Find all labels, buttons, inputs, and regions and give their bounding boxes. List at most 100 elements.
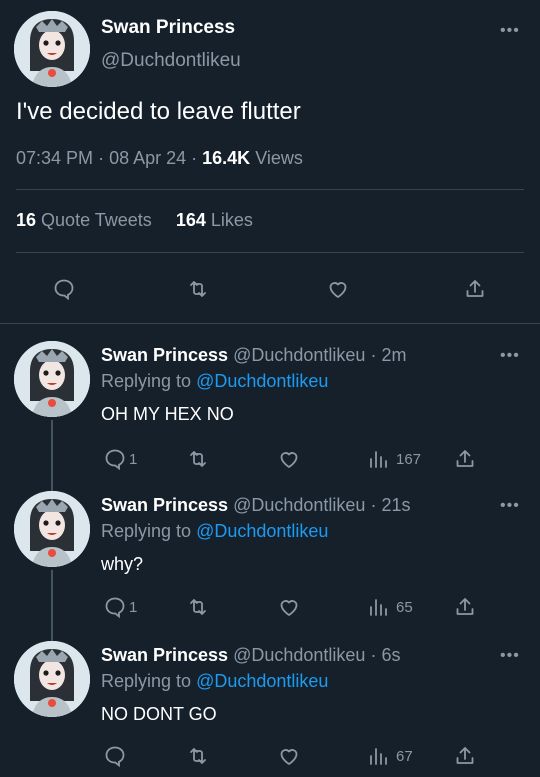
replying-handle[interactable]: @Duchdontlikeu: [196, 371, 328, 391]
quote-label[interactable]: Quote Tweets: [41, 210, 152, 230]
like-button[interactable]: [326, 274, 350, 304]
author-name[interactable]: Swan Princess: [101, 345, 228, 365]
avatar-image: [14, 11, 90, 87]
more-horizontal-icon[interactable]: •••: [500, 647, 520, 665]
meta-separator: ·: [98, 148, 110, 168]
views-button[interactable]: 65: [366, 592, 413, 622]
reply-header: Swan Princess @Duchdontlikeu · 2m: [101, 345, 407, 366]
views-count: 167: [396, 450, 422, 468]
reply-button[interactable]: 1: [103, 444, 137, 474]
like-button[interactable]: [277, 444, 301, 474]
divider: [16, 252, 524, 253]
avatar[interactable]: [14, 11, 90, 87]
avatar-image: [14, 641, 90, 717]
reply-count: 1: [129, 598, 138, 616]
author-handle[interactable]: @Duchdontlikeu: [233, 345, 365, 365]
author-name[interactable]: Swan Princess: [101, 17, 235, 39]
avatar[interactable]: [14, 341, 90, 417]
views-count: 65: [396, 598, 413, 616]
share-button[interactable]: [453, 741, 477, 771]
share-icon: [453, 447, 477, 471]
replying-handle[interactable]: @Duchdontlikeu: [196, 521, 328, 541]
heart-icon: [277, 595, 301, 619]
views-button[interactable]: 67: [366, 741, 413, 771]
heart-icon: [326, 277, 350, 301]
reply-action-bar: 1 65: [0, 592, 540, 622]
avatar-image: [14, 491, 90, 567]
reply-time[interactable]: 2m: [381, 345, 406, 365]
reply-time[interactable]: 21s: [381, 495, 410, 515]
retweet-button[interactable]: [186, 274, 210, 304]
author-handle[interactable]: @Duchdontlikeu: [233, 645, 365, 665]
avatar-image: [14, 341, 90, 417]
author-name[interactable]: Swan Princess: [101, 495, 228, 515]
quote-count[interactable]: 16: [16, 210, 36, 230]
more-horizontal-icon[interactable]: •••: [500, 347, 520, 365]
retweet-icon: [186, 447, 210, 471]
share-icon: [453, 744, 477, 768]
views-count: 16.4K: [202, 148, 251, 168]
replying-handle[interactable]: @Duchdontlikeu: [196, 671, 328, 691]
reply-text: OH MY HEX NO: [101, 404, 234, 424]
meta-separator: ·: [370, 495, 377, 515]
retweet-button[interactable]: [186, 741, 210, 771]
replying-to: Replying to @Duchdontlikeu: [101, 371, 328, 392]
reply-button[interactable]: [52, 274, 76, 304]
retweet-icon: [186, 744, 210, 768]
views-button[interactable]: 167: [366, 444, 421, 474]
more-horizontal-icon[interactable]: •••: [500, 22, 520, 40]
reply-bubble-icon: [103, 744, 127, 768]
tweet-stats: 16 Quote Tweets 164 Likes: [16, 210, 253, 231]
tweet-date[interactable]: 08 Apr 24: [109, 148, 186, 168]
avatar[interactable]: [14, 641, 90, 717]
reply-time[interactable]: 6s: [381, 645, 400, 665]
reply-button[interactable]: 1: [103, 592, 137, 622]
views-label: Views: [255, 148, 303, 168]
main-action-bar: [0, 274, 540, 304]
retweet-button[interactable]: [186, 592, 210, 622]
tweet-meta: 07:34 PM · 08 Apr 24 · 16.4K Views: [16, 148, 303, 169]
views-bar-icon: [366, 447, 390, 471]
author-handle[interactable]: @Duchdontlikeu: [101, 50, 241, 72]
reply-action-bar: 67: [0, 741, 540, 771]
like-button[interactable]: [277, 592, 301, 622]
views-count: 67: [396, 747, 413, 765]
like-button[interactable]: [277, 741, 301, 771]
retweet-button[interactable]: [186, 444, 210, 474]
reply-button[interactable]: [103, 741, 127, 771]
more-horizontal-icon[interactable]: •••: [500, 497, 520, 515]
reply-bubble-icon: [103, 447, 127, 471]
heart-icon: [277, 744, 301, 768]
reply-text: why?: [101, 554, 144, 574]
author-handle[interactable]: @Duchdontlikeu: [233, 495, 365, 515]
reply-header: Swan Princess @Duchdontlikeu · 6s: [101, 645, 401, 666]
meta-separator: ·: [370, 645, 377, 665]
author-name[interactable]: Swan Princess: [101, 645, 228, 665]
share-button[interactable]: [463, 274, 487, 304]
reply-bubble-icon: [52, 277, 76, 301]
views-bar-icon: [366, 595, 390, 619]
divider: [16, 189, 524, 190]
replying-to: Replying to @Duchdontlikeu: [101, 521, 328, 542]
retweet-icon: [186, 277, 210, 301]
meta-separator: ·: [370, 345, 377, 365]
reply-count: 1: [129, 450, 138, 468]
views-bar-icon: [366, 744, 390, 768]
likes-label[interactable]: Likes: [211, 210, 253, 230]
reply-action-bar: 1 167: [0, 444, 540, 474]
reply-bubble-icon: [103, 595, 127, 619]
share-icon: [453, 595, 477, 619]
replying-label: Replying to: [101, 671, 192, 691]
tweet-text: I've decided to leave flutter: [16, 98, 301, 125]
tweet-time[interactable]: 07:34 PM: [16, 148, 93, 168]
share-button[interactable]: [453, 592, 477, 622]
replying-label: Replying to: [101, 371, 192, 391]
reply-header: Swan Princess @Duchdontlikeu · 21s: [101, 495, 411, 516]
share-icon: [463, 277, 487, 301]
replying-to: Replying to @Duchdontlikeu: [101, 671, 328, 692]
reply-text: NO DONT GO: [101, 704, 217, 724]
likes-count[interactable]: 164: [176, 210, 206, 230]
share-button[interactable]: [453, 444, 477, 474]
avatar[interactable]: [14, 491, 90, 567]
heart-icon: [277, 447, 301, 471]
